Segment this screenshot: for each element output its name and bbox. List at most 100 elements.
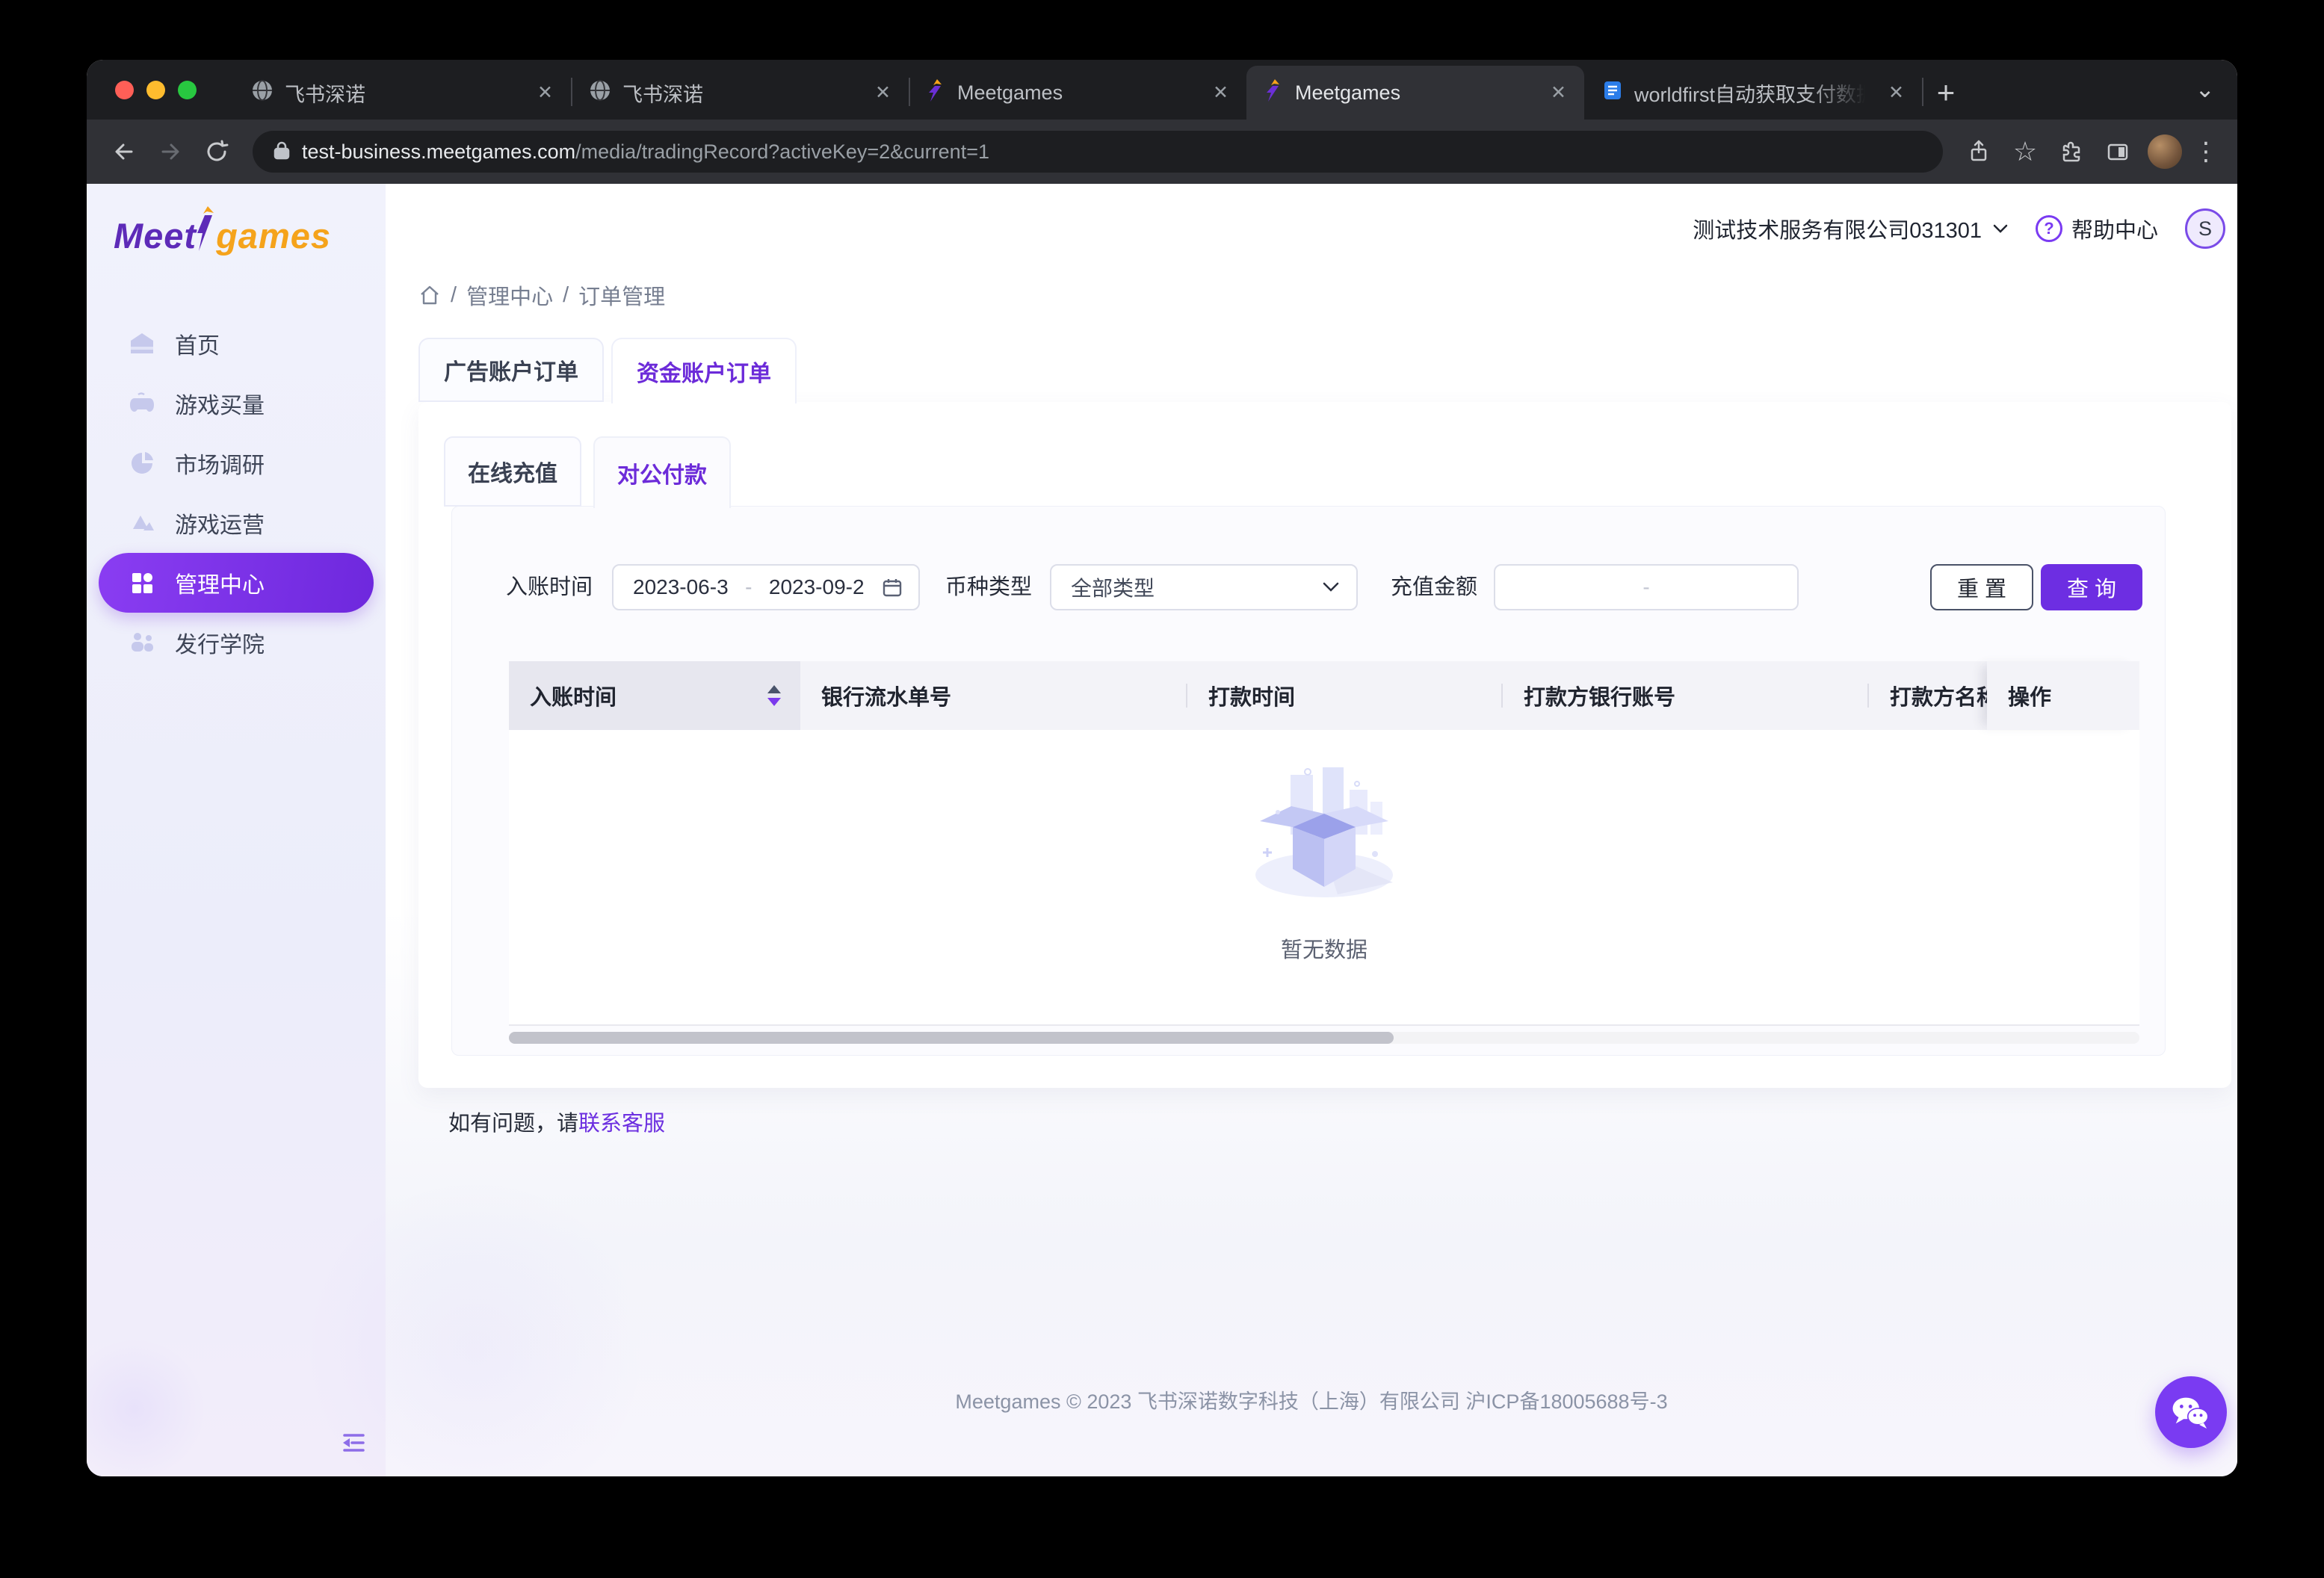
tab-title: Meetgames — [1295, 81, 1535, 105]
sidebar-item-label: 管理中心 — [175, 566, 265, 599]
close-icon[interactable]: ✕ — [871, 80, 895, 105]
question-icon: ? — [2036, 215, 2062, 242]
contact-support-link[interactable]: 联系客服 — [578, 1112, 665, 1136]
tab-title: worldfirst自动获取支付数据-PR — [1634, 78, 1873, 108]
wechat-icon — [2171, 1394, 2211, 1430]
doc-icon — [1602, 80, 1623, 106]
currency-select[interactable]: 全部类型 — [1050, 564, 1358, 610]
url-host: test-business.meetgames.com — [302, 140, 575, 164]
home-icon — [129, 330, 155, 357]
sidebar-item-market-research[interactable]: 市场调研 — [87, 433, 386, 493]
tab-search-chevron-icon[interactable]: ⌄ — [2195, 75, 2215, 103]
new-tab-button[interactable]: + — [1922, 66, 1970, 120]
maximize-window-button[interactable] — [178, 81, 197, 99]
table-body: 暂无数据 — [509, 730, 2139, 1026]
order-type-tabs: 广告账户订单 资金账户订单 — [418, 338, 804, 403]
col-label: 打款时间 — [1208, 680, 1295, 711]
breadcrumb-item[interactable]: 管理中心 — [466, 279, 553, 311]
tab-title: 飞书深诺 — [622, 78, 859, 108]
amount-input[interactable]: - — [1494, 564, 1799, 610]
drive-icon — [129, 510, 155, 536]
extensions-puzzle-icon[interactable] — [2051, 131, 2092, 173]
sort-icon[interactable] — [767, 685, 781, 706]
col-label: 打款方名称 — [1890, 680, 1987, 711]
close-icon[interactable]: ✕ — [1884, 80, 1909, 105]
home-icon[interactable] — [418, 284, 441, 306]
sidebar-item-label: 首页 — [175, 327, 220, 360]
tab-online-recharge[interactable]: 在线充值 — [444, 436, 581, 507]
company-name: 测试技术服务有限公司031301 — [1693, 213, 1982, 244]
address-bar[interactable]: test-business.meetgames.com /media/tradi… — [253, 131, 1943, 173]
people-icon — [129, 629, 155, 656]
minimize-window-button[interactable] — [146, 81, 165, 99]
table-header: 入账时间 银行流水单号 打款时间 打款方银行账号 打款方名称 操作 — [509, 661, 2139, 730]
globe-icon — [251, 79, 273, 107]
breadcrumb-sep: / — [451, 283, 457, 308]
tab-fund-account-orders[interactable]: 资金账户订单 — [611, 338, 797, 403]
close-icon[interactable]: ✕ — [1208, 80, 1233, 105]
back-icon[interactable] — [103, 131, 145, 173]
sidebar-item-label: 游戏买量 — [175, 387, 265, 420]
sidebar-nav: 首页 游戏买量 市场调研 — [87, 314, 386, 672]
sidebar-item-game-buy[interactable]: 游戏买量 — [87, 374, 386, 433]
empty-box-illustration — [1249, 764, 1399, 906]
sidebar-item-admin-center[interactable]: 管理中心 — [99, 553, 374, 613]
breadcrumb: / 管理中心 / 订单管理 — [418, 279, 665, 311]
col-entry-time[interactable]: 入账时间 — [509, 661, 800, 730]
scrollbar-thumb[interactable] — [509, 1032, 1394, 1044]
bookmark-star-icon[interactable]: ☆ — [2004, 131, 2046, 173]
browser-window: 飞书深诺 ✕ 飞书深诺 ✕ Meetgames ✕ — [87, 60, 2237, 1476]
tab-worldfirst[interactable]: worldfirst自动获取支付数据-PR ✕ — [1584, 66, 1922, 120]
browser-menu-kebab-icon[interactable]: ⋮ — [2191, 137, 2221, 167]
col-label: 银行流水单号 — [821, 680, 951, 711]
tab-list: 飞书深诺 ✕ 飞书深诺 ✕ Meetgames ✕ — [233, 66, 1970, 120]
wechat-fab[interactable] — [2155, 1376, 2227, 1448]
browser-profile-avatar[interactable] — [2148, 134, 2182, 169]
share-icon[interactable] — [1958, 131, 2000, 173]
traffic-lights — [115, 81, 197, 99]
company-selector[interactable]: 测试技术服务有限公司031301 — [1693, 213, 2009, 244]
horizontal-scrollbar[interactable] — [509, 1032, 2139, 1044]
web-page: Meet games 首页 游戏买量 — [87, 184, 2237, 1476]
tab-title: 飞书深诺 — [285, 78, 522, 108]
payment-type-tabs: 在线充值 对公付款 — [444, 436, 743, 508]
help-center[interactable]: ? 帮助中心 — [2036, 213, 2158, 244]
sidebar-item-game-ops[interactable]: 游戏运营 — [87, 493, 386, 553]
sidebar-item-publishing-academy[interactable]: 发行学院 — [87, 613, 386, 672]
avatar[interactable]: S — [2185, 208, 2225, 249]
tab-feishu-1[interactable]: 飞书深诺 ✕ — [233, 66, 571, 120]
tab-meetgames-1[interactable]: Meetgames ✕ — [909, 66, 1246, 120]
date-range-separator: - — [745, 575, 752, 599]
pie-chart-icon — [129, 450, 155, 477]
tab-corporate-payment[interactable]: 对公付款 — [593, 436, 731, 508]
tab-meetgames-active[interactable]: Meetgames ✕ — [1246, 66, 1584, 120]
date-range-input[interactable]: 2023-06-3 - 2023-09-2 — [612, 564, 920, 610]
tab-feishu-2[interactable]: 飞书深诺 ✕ — [571, 66, 909, 120]
reset-button[interactable]: 重 置 — [1930, 564, 2033, 610]
sort-asc-caret — [767, 685, 781, 693]
reload-icon[interactable] — [196, 131, 238, 173]
page-header: 测试技术服务有限公司031301 ? 帮助中心 S — [386, 184, 2237, 273]
tab-ad-account-orders[interactable]: 广告账户订单 — [418, 338, 604, 402]
amount-placeholder: - — [1642, 575, 1649, 599]
close-icon[interactable]: ✕ — [1546, 80, 1571, 105]
chevron-down-icon — [1322, 581, 1340, 593]
breadcrumb-item: 订单管理 — [578, 279, 665, 311]
currency-filter-label: 币种类型 — [945, 564, 1032, 610]
forward-icon[interactable] — [149, 131, 191, 173]
calendar-icon — [881, 576, 903, 598]
grid-icon — [129, 569, 155, 596]
filter-table-panel: 入账时间 2023-06-3 - 2023-09-2 币种类型 全部类型 充值金… — [451, 506, 2166, 1056]
sort-desc-caret — [767, 698, 781, 706]
sidebar-item-home[interactable]: 首页 — [87, 314, 386, 374]
close-window-button[interactable] — [115, 81, 134, 99]
col-actions: 操作 — [1987, 661, 2139, 730]
close-icon[interactable]: ✕ — [533, 80, 557, 105]
lock-icon — [272, 140, 291, 164]
query-button[interactable]: 查 询 — [2041, 564, 2142, 610]
support-line: 如有问题，请联系客服 — [448, 1106, 665, 1137]
sidebar-collapse-icon[interactable] — [338, 1429, 366, 1457]
col-payment-time: 打款时间 — [1187, 661, 1503, 730]
col-label: 操作 — [2008, 680, 2051, 711]
split-view-icon[interactable] — [2097, 131, 2139, 173]
